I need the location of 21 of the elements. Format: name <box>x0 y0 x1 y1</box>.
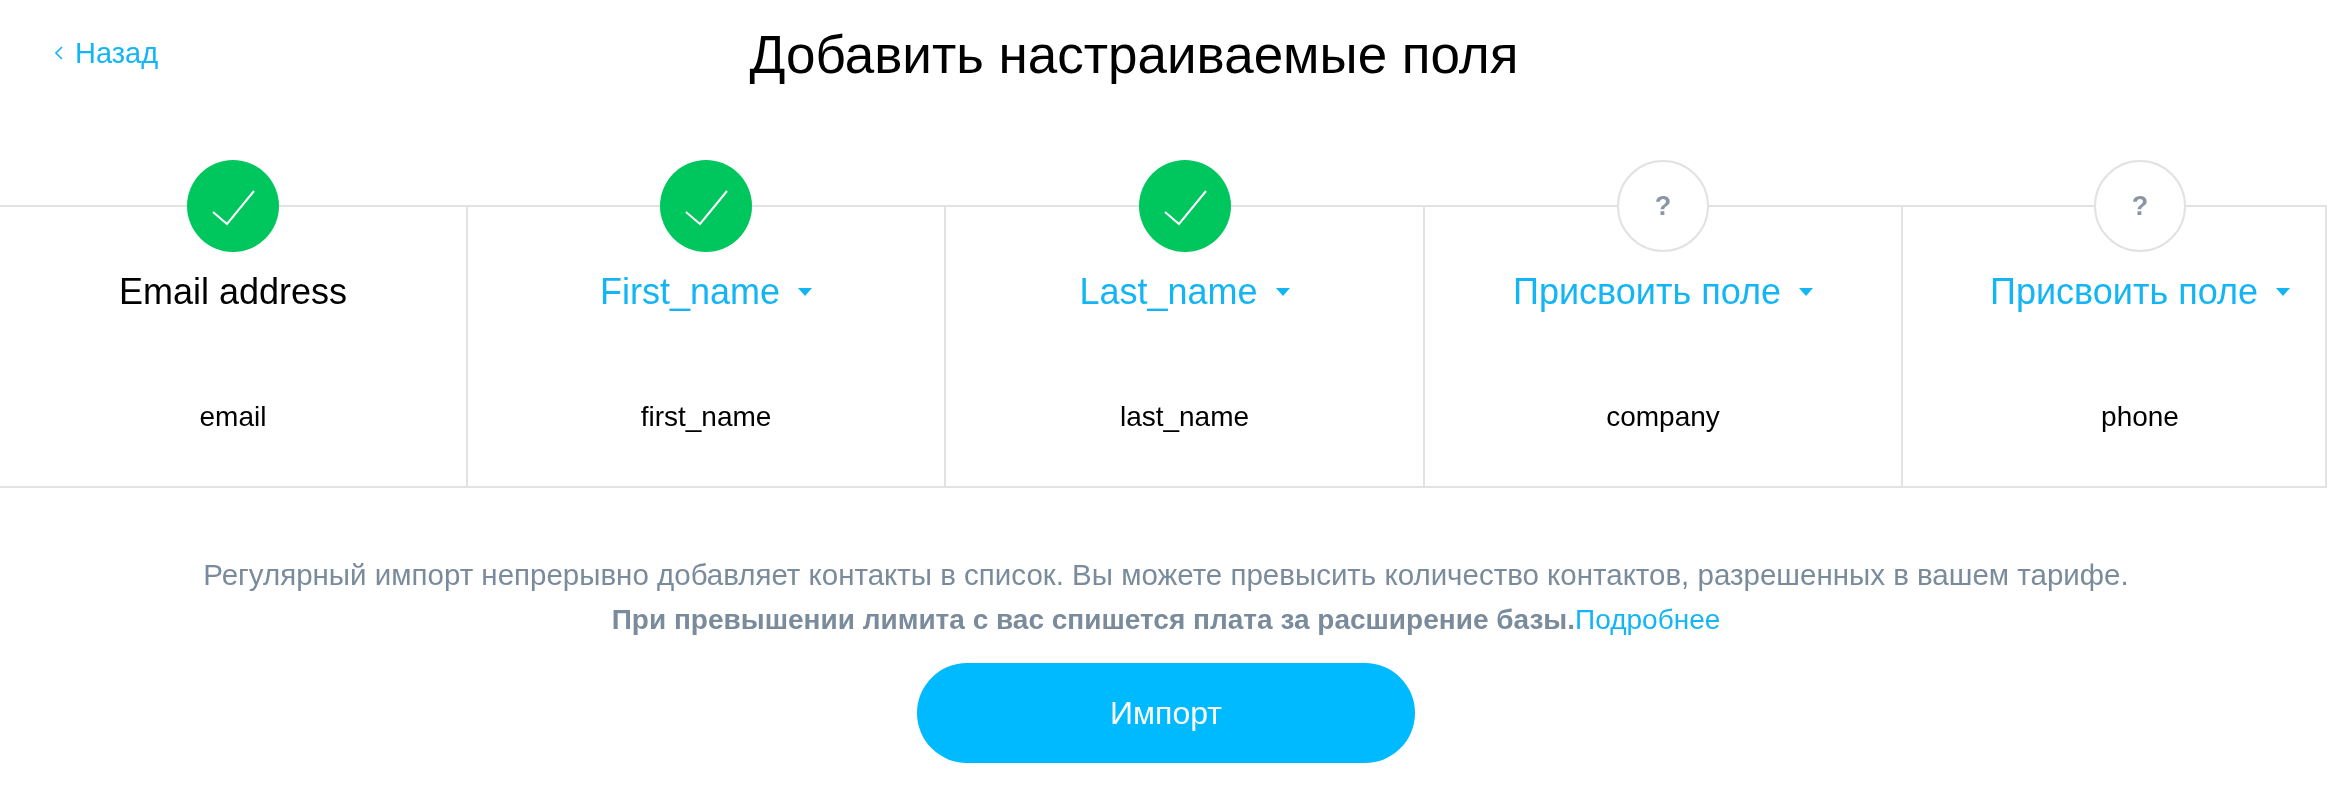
caret-down-icon <box>1798 288 1813 296</box>
warning-text: При превышении лимита с вас спишется плата за расширение базы. <box>611 604 1576 635</box>
field-dropdown[interactable]: Присвоить поле <box>1990 272 2290 312</box>
field-dropdown[interactable]: Last_name <box>1079 272 1290 312</box>
caret-down-icon <box>1275 288 1290 296</box>
field-dropdown[interactable]: First_name <box>599 272 813 312</box>
import-button[interactable]: Импорт <box>917 663 1415 763</box>
source-field-name: first_name <box>640 401 772 433</box>
source-field-name: company <box>1606 401 1720 433</box>
source-field-name: last_name <box>1119 401 1250 433</box>
back-link[interactable]: Назад <box>55 36 159 70</box>
page-title: Добавить настраиваемые поля <box>749 25 1519 85</box>
caret-down-icon <box>2275 288 2290 296</box>
source-field-name: phone <box>2101 401 2179 433</box>
more-link[interactable]: Подробнее <box>1575 604 1721 635</box>
chevron-left-icon <box>55 46 63 60</box>
caret-down-icon <box>798 288 813 296</box>
notice-text: Регулярный импорт непрерывно добавляет контакты в список. Вы можете превысить количество контактов, разрешенных в вашем тарифе. <box>203 557 2129 593</box>
source-field-name: email <box>199 401 267 433</box>
field-label: Email address <box>118 271 348 312</box>
field-dropdown[interactable]: Присвоить поле <box>1513 272 1813 312</box>
